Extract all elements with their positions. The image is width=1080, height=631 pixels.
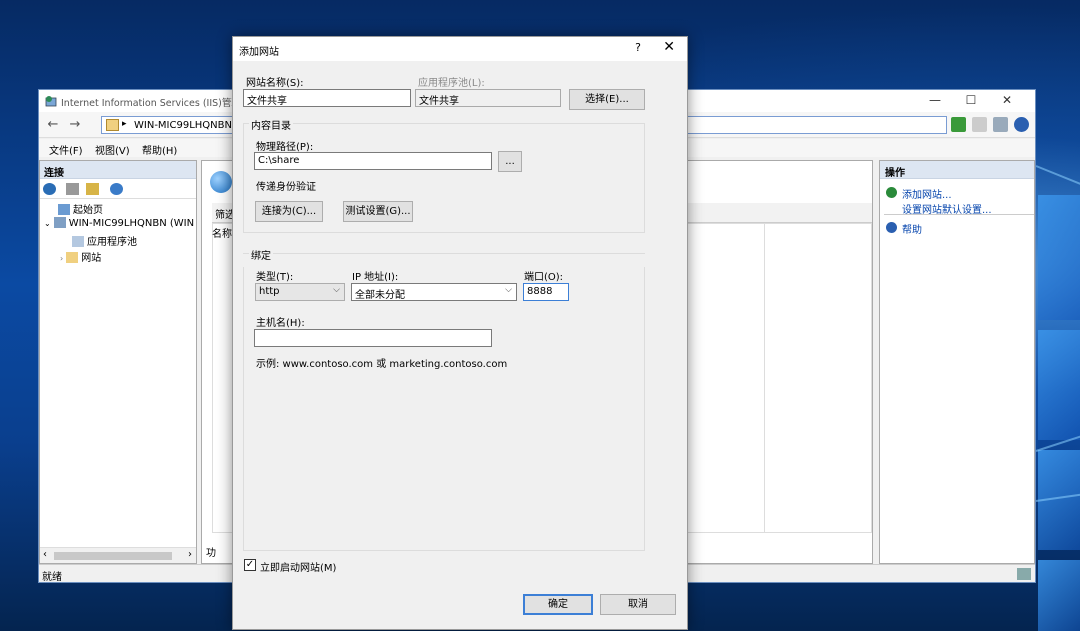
add-site-icon [886, 187, 897, 198]
site-name-input[interactable]: 文件共享 [243, 89, 411, 107]
help-icon [886, 222, 897, 233]
menu-view[interactable]: 视图(V) [95, 142, 130, 157]
connect-as-button[interactable]: 连接为(C)... [255, 201, 323, 222]
status-text: 就绪 [42, 572, 62, 583]
binding-group-body [243, 267, 645, 551]
server-icon [53, 217, 66, 228]
actions-panel: 操作 添加网站... 设置网站默认设置... 帮助 [879, 160, 1035, 564]
close-icon[interactable]: ✕ [989, 93, 1025, 107]
select-app-pool-button[interactable]: 选择(E)... [569, 89, 645, 110]
tree-item-sites[interactable]: › 网站 [60, 249, 101, 264]
folder-up-icon[interactable] [86, 183, 99, 195]
window-controls: — ☐ ✕ [917, 93, 1025, 107]
tree-item-app-pools[interactable]: 应用程序池 [72, 233, 137, 248]
maximize-icon[interactable]: ☐ [953, 93, 989, 107]
start-page-icon [58, 204, 70, 215]
iis-window-title: Internet Information Services (IIS)管理 [61, 98, 241, 109]
scroll-left-icon[interactable]: ‹ [43, 549, 47, 560]
actions-header: 操作 [880, 161, 1034, 179]
cancel-button[interactable]: 取消 [600, 594, 676, 615]
forward-arrow-icon[interactable]: → [65, 117, 85, 133]
start-immediately-label: 立即启动网站(M) [260, 563, 337, 574]
app-pool-label: 应用程序池(L): [418, 78, 485, 89]
folder-icon [106, 119, 119, 131]
status-server-icon [1017, 568, 1031, 580]
tree-item-server[interactable]: ⌄ WIN-MIC99LHQNBN (WIN [44, 217, 194, 229]
chevron-down-icon[interactable]: ⌄ [44, 219, 51, 228]
desktop-light-ray [1035, 165, 1080, 190]
column-header-name[interactable]: 名称 [212, 225, 232, 240]
minimize-icon[interactable]: — [917, 93, 953, 107]
close-icon[interactable]: ✕ [663, 39, 675, 55]
features-view-tab[interactable]: 功 [206, 544, 216, 559]
grid-divider [764, 223, 765, 533]
connections-panel: 连接 起始页 ⌄ WIN-MIC99LHQNBN (WIN 应用程序池 › 网站 ‹ [39, 160, 197, 564]
pass-through-auth-label: 传递身份验证 [256, 182, 316, 193]
start-immediately-checkbox[interactable]: ✓ [244, 559, 256, 571]
connections-toolbar [40, 179, 196, 199]
desktop-window-pane [1038, 560, 1080, 631]
disconnect-icon[interactable] [110, 183, 123, 195]
stop-icon[interactable] [972, 117, 987, 132]
dialog-title-bar: 添加网站 ? ✕ [233, 37, 687, 61]
action-help[interactable]: 帮助 [902, 221, 922, 236]
ok-button[interactable]: 确定 [523, 594, 593, 615]
tree-item-start-page[interactable]: 起始页 [58, 201, 103, 216]
chevron-right-icon[interactable]: › [60, 254, 63, 263]
connections-header: 连接 [40, 161, 196, 179]
desktop-window-pane [1038, 330, 1080, 440]
binding-title: 绑定 [249, 247, 273, 262]
connect-globe-icon[interactable] [43, 183, 56, 195]
sites-folder-icon [66, 252, 79, 263]
physical-path-input[interactable]: C:\share [254, 152, 492, 170]
chevron-right-icon: ▸ [122, 119, 127, 129]
content-directory-title: 内容目录 [249, 117, 293, 132]
add-website-dialog: 添加网站 ? ✕ 网站名称(S): 文件共享 应用程序池(L): 文件共享 选择… [232, 36, 688, 630]
action-add-site[interactable]: 添加网站... [902, 186, 952, 201]
sites-globe-icon [210, 171, 232, 193]
dialog-title: 添加网站 [239, 47, 279, 58]
app-pool-field: 文件共享 [415, 89, 561, 107]
test-settings-button[interactable]: 测试设置(G)... [343, 201, 413, 222]
iis-app-icon [45, 96, 57, 107]
horizontal-scrollbar[interactable]: ‹ › [40, 547, 196, 563]
site-name-label: 网站名称(S): [246, 78, 304, 89]
connect-icon[interactable] [951, 117, 966, 132]
save-icon[interactable] [66, 183, 79, 195]
scroll-right-icon[interactable]: › [188, 549, 192, 560]
back-arrow-icon[interactable]: ← [43, 117, 63, 133]
actions-divider [884, 214, 1034, 215]
browse-button[interactable]: ... [498, 151, 522, 172]
app-pool-icon [72, 236, 84, 247]
menu-file[interactable]: 文件(F) [49, 142, 83, 157]
desktop-window-pane [1038, 195, 1080, 320]
scroll-thumb[interactable] [54, 552, 172, 560]
menu-help[interactable]: 帮助(H) [142, 142, 177, 157]
address-path: WIN-MIC99LHQNBN [134, 120, 232, 131]
physical-path-label: 物理路径(P): [256, 142, 314, 153]
home-icon[interactable] [993, 117, 1008, 132]
address-tools [951, 117, 1029, 132]
help-icon[interactable]: ? [635, 41, 641, 54]
help-icon[interactable] [1014, 117, 1029, 132]
